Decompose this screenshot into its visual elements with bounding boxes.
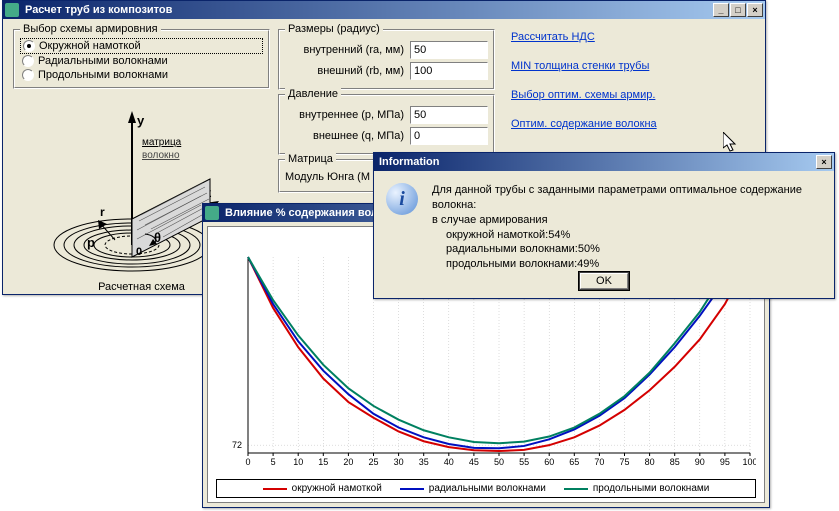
svg-text:15: 15 <box>318 457 328 467</box>
svg-text:0: 0 <box>136 246 142 258</box>
app-icon <box>205 206 219 220</box>
svg-text:55: 55 <box>519 457 529 467</box>
size-group: Размеры (радиус) внутренний (ra, мм) вне… <box>278 29 495 90</box>
svg-text:25: 25 <box>368 457 378 467</box>
minimize-button[interactable]: _ <box>713 3 729 17</box>
svg-text:0: 0 <box>245 457 250 467</box>
main-titlebar[interactable]: Расчет труб из композитов _ □ × <box>3 1 765 19</box>
svg-text:r: r <box>100 205 105 219</box>
radio-icon <box>23 40 35 52</box>
svg-text:35: 35 <box>419 457 429 467</box>
svg-text:матрица: матрица <box>142 137 182 148</box>
legend-item-1: радиальными волокнами <box>400 483 546 494</box>
rb-input[interactable] <box>410 62 488 80</box>
legend-item-2: продольными волокнами <box>564 483 709 494</box>
minthick-link[interactable]: MIN толщина стенки трубы <box>511 60 755 72</box>
info-close-button[interactable]: × <box>816 155 832 169</box>
ok-button[interactable]: OK <box>579 272 629 290</box>
radio-label: Продольными волокнами <box>38 69 168 81</box>
svg-text:40: 40 <box>444 457 454 467</box>
svg-text:100: 100 <box>742 457 756 467</box>
scheme-legend: Выбор схемы армировния <box>20 23 161 35</box>
matrix-legend: Матрица <box>285 153 336 165</box>
close-button[interactable]: × <box>747 3 763 17</box>
svg-text:95: 95 <box>720 457 730 467</box>
svg-text:10: 10 <box>293 457 303 467</box>
info-titlebar[interactable]: Information × <box>374 153 834 171</box>
q-label: внешнее (q, МПа) <box>285 130 410 142</box>
info-icon: i <box>386 183 418 215</box>
svg-text:5: 5 <box>271 457 276 467</box>
optfiber-link[interactable]: Оптим. содержание волокна <box>511 118 755 130</box>
svg-text:70: 70 <box>594 457 604 467</box>
radio-option-1[interactable]: Радиальными волокнами <box>20 54 263 68</box>
q-input[interactable] <box>410 127 488 145</box>
svg-text:65: 65 <box>569 457 579 467</box>
svg-text:90: 90 <box>695 457 705 467</box>
info-dialog: Information × i Для данной трубы с задан… <box>373 152 835 299</box>
svg-text:60: 60 <box>544 457 554 467</box>
radio-icon <box>22 69 34 81</box>
svg-text:50: 50 <box>494 457 504 467</box>
radio-label: Радиальными волокнами <box>38 55 168 67</box>
svg-text:волокно: волокно <box>142 150 180 161</box>
radio-option-0[interactable]: Окружной намоткой <box>20 38 263 54</box>
rb-label: внешний (rb, мм) <box>285 65 410 77</box>
radio-label: Окружной намоткой <box>39 40 141 52</box>
chart-legend: окружной намоткой радиальными волокнами … <box>216 479 756 498</box>
svg-text:72: 72 <box>232 440 242 450</box>
svg-text:y: y <box>137 113 145 128</box>
maximize-button[interactable]: □ <box>730 3 746 17</box>
svg-text:85: 85 <box>670 457 680 467</box>
optscheme-link[interactable]: Выбор оптим. схемы армир. <box>511 89 755 101</box>
app-icon <box>5 3 19 17</box>
ra-input[interactable] <box>410 41 488 59</box>
radio-option-2[interactable]: Продольными волокнами <box>20 68 263 82</box>
info-title: Information <box>376 156 816 168</box>
pressure-legend: Давление <box>285 88 341 100</box>
calc-link[interactable]: Рассчитать НДС <box>511 31 755 43</box>
svg-text:p: p <box>87 235 95 250</box>
size-legend: Размеры (радиус) <box>285 23 383 35</box>
svg-text:80: 80 <box>645 457 655 467</box>
pressure-group: Давление внутреннее (p, МПа) внешнее (q,… <box>278 94 495 155</box>
radio-icon <box>22 55 34 67</box>
svg-text:75: 75 <box>619 457 629 467</box>
svg-text:45: 45 <box>469 457 479 467</box>
svg-text:30: 30 <box>394 457 404 467</box>
ra-label: внутренний (ra, мм) <box>285 44 410 56</box>
legend-item-0: окружной намоткой <box>263 483 382 494</box>
p-label: внутреннее (p, МПа) <box>285 109 410 121</box>
scheme-group: Выбор схемы армировния Окружной намоткой… <box>13 29 270 89</box>
main-title: Расчет труб из композитов <box>22 4 713 16</box>
p-input[interactable] <box>410 106 488 124</box>
svg-text:20: 20 <box>343 457 353 467</box>
info-text: Для данной трубы с заданными параметрами… <box>432 183 822 272</box>
